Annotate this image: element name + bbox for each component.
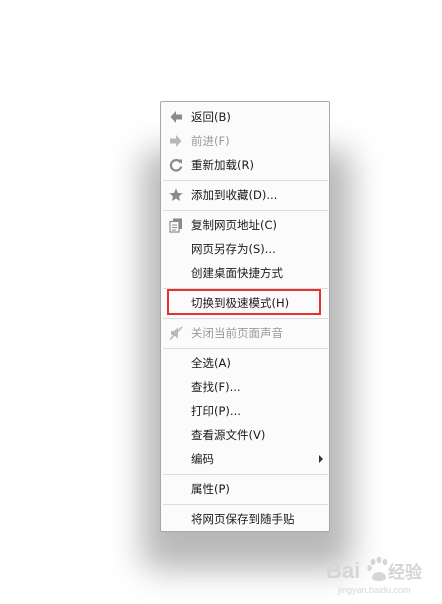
menu-item-label: 编码	[191, 452, 214, 466]
menu-separator	[163, 474, 328, 475]
menu-item-label: 添加到收藏(D)...	[191, 188, 278, 202]
star-icon	[168, 187, 184, 203]
mute-icon	[168, 325, 184, 341]
menu-item-label: 关闭当前页面声音	[191, 326, 283, 340]
menu-item-view-source[interactable]: 查看源文件(V)	[162, 424, 329, 446]
menu-item-label: 将网页保存到随手贴	[191, 512, 295, 526]
svg-text:jingyan.baidu.com: jingyan.baidu.com	[337, 585, 411, 595]
menu-item-copy-url[interactable]: 复制网页地址(C)	[162, 214, 329, 236]
menu-separator	[163, 210, 328, 211]
menu-item-back[interactable]: 返回(B)	[162, 106, 329, 128]
back-arrow-icon	[168, 109, 184, 125]
menu-item-label: 复制网页地址(C)	[191, 218, 278, 232]
highlight-box	[167, 289, 321, 315]
screenshot-canvas: 返回(B) 前进(F) 重新加载(R) 添加到收藏(D)... 复制网页地址(C…	[0, 0, 442, 604]
menu-separator	[163, 348, 328, 349]
menu-item-forward[interactable]: 前进(F)	[162, 130, 329, 152]
baidu-jingyan-watermark: Bai 经验 jingyan.baidu.com	[324, 548, 436, 598]
menu-separator	[163, 318, 328, 319]
menu-item-reload[interactable]: 重新加载(R)	[162, 154, 329, 176]
menu-item-print[interactable]: 打印(P)...	[162, 400, 329, 422]
menu-item-desktop-shortcut[interactable]: 创建桌面快捷方式	[162, 262, 329, 284]
menu-item-bookmark[interactable]: 添加到收藏(D)...	[162, 184, 329, 206]
menu-item-properties[interactable]: 属性(P)	[162, 478, 329, 500]
menu-item-label: 创建桌面快捷方式	[191, 266, 283, 280]
reload-icon	[168, 157, 184, 173]
svg-text:Bai: Bai	[326, 558, 360, 583]
menu-item-label: 查看源文件(V)	[191, 428, 266, 442]
menu-item-label: 查找(F)...	[191, 380, 241, 394]
forward-arrow-icon	[168, 133, 184, 149]
menu-item-label: 打印(P)...	[191, 404, 241, 418]
menu-item-find[interactable]: 查找(F)...	[162, 376, 329, 398]
menu-item-label: 前进(F)	[191, 134, 230, 148]
menu-item-label: 网页另存为(S)...	[191, 242, 276, 256]
menu-item-save-as[interactable]: 网页另存为(S)...	[162, 238, 329, 260]
menu-item-label: 返回(B)	[191, 110, 231, 124]
menu-separator	[163, 504, 328, 505]
menu-item-label: 全选(A)	[191, 356, 231, 370]
menu-item-save-to-notes[interactable]: 将网页保存到随手贴	[162, 508, 329, 530]
menu-item-label: 属性(P)	[191, 482, 230, 496]
copy-icon	[168, 217, 184, 233]
menu-item-mute-page[interactable]: 关闭当前页面声音	[162, 322, 329, 344]
menu-item-encoding[interactable]: 编码	[162, 448, 329, 470]
context-menu: 返回(B) 前进(F) 重新加载(R) 添加到收藏(D)... 复制网页地址(C…	[160, 101, 330, 532]
submenu-arrow-icon	[319, 455, 323, 463]
menu-item-label: 重新加载(R)	[191, 158, 254, 172]
menu-item-select-all[interactable]: 全选(A)	[162, 352, 329, 374]
svg-text:经验: 经验	[388, 562, 423, 583]
menu-separator	[163, 180, 328, 181]
